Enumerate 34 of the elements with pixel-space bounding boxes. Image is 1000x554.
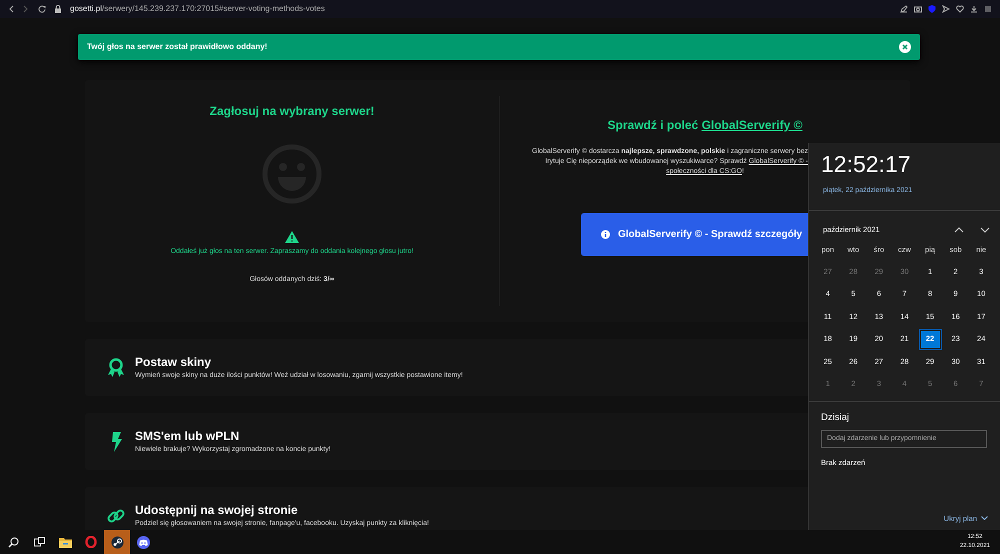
forward-icon[interactable] — [23, 5, 29, 13]
gamepad-icon[interactable] — [136, 536, 150, 548]
ring-icon[interactable] — [85, 536, 97, 548]
lock-icon — [55, 5, 61, 13]
reload-icon[interactable] — [38, 5, 46, 13]
feature-title: SMS'em lub wPLN — [135, 428, 240, 446]
feature-title: Postaw skiny — [135, 354, 212, 372]
task-view-icon[interactable] — [34, 537, 44, 547]
award-icon — [107, 358, 125, 378]
chevron-down-icon[interactable] — [980, 226, 990, 233]
section-title: Zagłosuj na wybrany serwer! — [210, 103, 374, 120]
search-icon[interactable] — [8, 536, 18, 548]
section-title: Dzisiaj — [820, 411, 850, 426]
warning-icon — [285, 231, 299, 243]
camera-icon[interactable] — [914, 5, 922, 13]
promo-title: Sprawdź i poleć — [608, 118, 698, 132]
folder-icon[interactable] — [58, 536, 72, 548]
feature-title: Udostępnij na swojej stronie — [135, 502, 299, 520]
alert-message: Twój głos na serwer został prawidłowo oddany! — [87, 41, 268, 53]
edit-icon[interactable] — [900, 5, 908, 13]
chevron-down-icon — [981, 516, 988, 520]
clock-time: 12:52:17 — [820, 150, 912, 176]
info-icon — [601, 230, 610, 240]
menu-icon[interactable] — [984, 5, 992, 13]
heart-icon[interactable] — [956, 5, 964, 13]
piston-icon[interactable] — [110, 536, 124, 548]
close-icon[interactable] — [899, 41, 911, 53]
address-bar[interactable]: gosetti.pl/serwery/145.239.237.170:27015#server-voting-methods-votes — [70, 3, 325, 15]
download-icon[interactable] — [970, 5, 978, 13]
back-icon[interactable] — [8, 5, 14, 13]
promo-link[interactable]: GlobalServerify © — [702, 118, 802, 132]
chevron-up-icon[interactable] — [954, 226, 964, 233]
send-icon[interactable] — [942, 5, 950, 13]
details-button[interactable]: GlobalServerify © - Sprawdź szczegóły — [581, 213, 808, 256]
